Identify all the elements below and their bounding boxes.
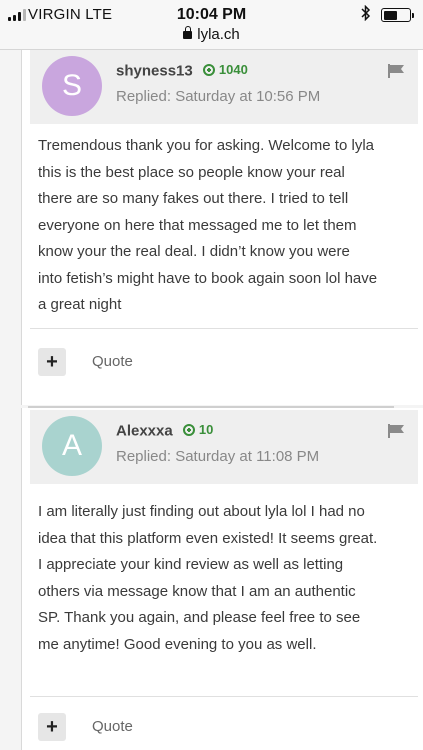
points-badge: 10 [182,422,214,437]
username-text[interactable]: shyness13 [116,63,193,80]
reply-timestamp: Replied: Saturday at 11:08 PM [116,448,320,465]
plus-circle-icon [182,423,195,436]
points-value: 10 [198,422,214,437]
post-body: I am literally just finding out about ly… [38,503,378,653]
post: A Alexxxa 10 Replied: Saturday at 11:08 … [21,408,423,750]
address-bar[interactable]: lyla.ch [0,26,423,43]
battery-icon [381,8,414,22]
actions-divider [30,696,418,697]
url-text: lyla.ch [197,26,240,43]
post: S shyness13 1040 Replied: Saturday at 10… [21,50,423,405]
bluetooth-icon [361,4,371,24]
plus-circle-icon [202,63,215,76]
actions-divider [30,328,418,329]
username[interactable]: Alexxxa 10 [116,422,213,440]
points-value: 1040 [218,62,248,77]
flag-icon[interactable] [388,424,404,438]
lock-icon [183,26,193,39]
username[interactable]: shyness13 1040 [116,62,248,80]
post-header: S shyness13 1040 Replied: Saturday at 10… [30,50,418,124]
clock: 10:04 PM [176,6,247,23]
plus-button[interactable]: + [38,713,66,741]
flag-icon[interactable] [388,64,404,78]
avatar[interactable]: A [42,416,102,476]
thread-page: S shyness13 1040 Replied: Saturday at 10… [0,50,423,750]
reply-timestamp: Replied: Saturday at 10:56 PM [116,88,321,105]
avatar[interactable]: S [42,56,102,116]
quote-button[interactable]: Quote [92,353,133,370]
post-header: A Alexxxa 10 Replied: Saturday at 11:08 … [30,410,418,484]
plus-button[interactable]: + [38,348,66,376]
status-bar: VIRGIN LTE 10:04 PM lyla.ch [0,0,423,50]
points-badge: 1040 [202,62,248,77]
post-body: Tremendous thank you for asking. Welcome… [38,137,378,313]
username-text[interactable]: Alexxxa [116,423,173,440]
quote-button[interactable]: Quote [92,718,133,735]
